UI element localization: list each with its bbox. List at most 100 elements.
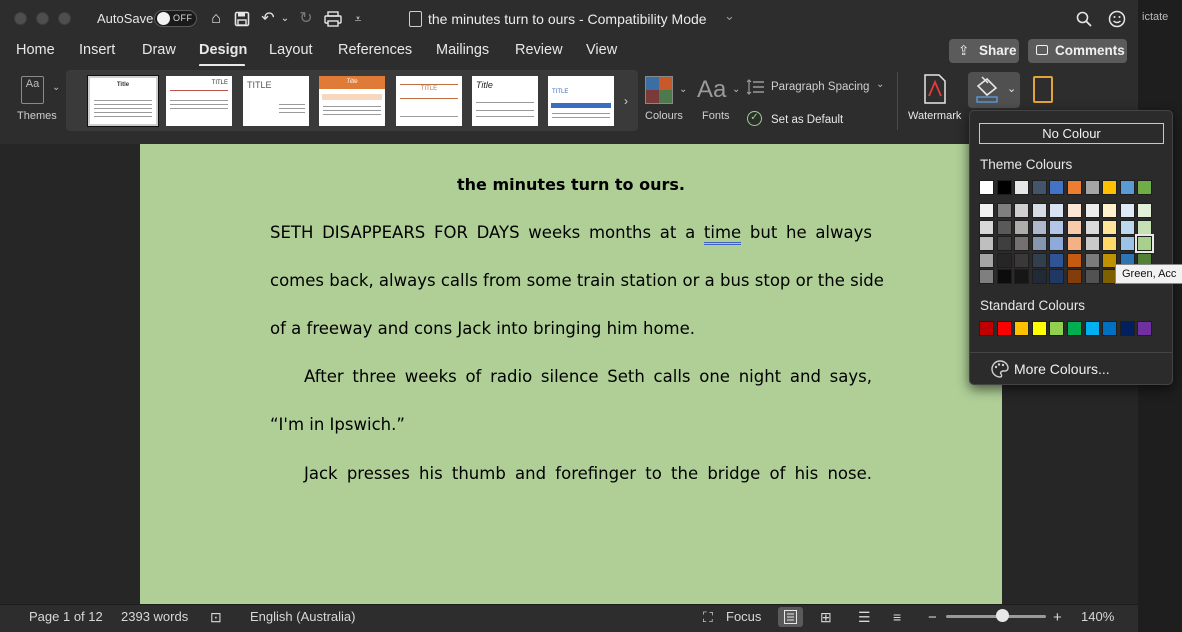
paragraph-spacing-icon[interactable] bbox=[746, 79, 765, 95]
zoom-slider-thumb[interactable] bbox=[996, 609, 1009, 622]
watermark-icon[interactable] bbox=[923, 74, 947, 104]
colour-swatch[interactable] bbox=[1014, 252, 1030, 268]
colour-swatch[interactable] bbox=[1102, 321, 1118, 336]
colour-swatch[interactable] bbox=[1049, 252, 1065, 268]
colour-swatch[interactable] bbox=[979, 269, 994, 284]
style-set-thumbnail[interactable]: TITLE bbox=[243, 76, 309, 126]
paragraph-line[interactable]: of a freeway and cons Jack into bringing… bbox=[270, 319, 872, 338]
home-icon[interactable]: ⌂ bbox=[205, 8, 227, 30]
colour-swatch[interactable] bbox=[1049, 236, 1065, 251]
style-set-thumbnail[interactable]: TITLE bbox=[548, 76, 614, 126]
colour-swatch[interactable] bbox=[1084, 180, 1100, 195]
language-status[interactable]: English (Australia) bbox=[250, 609, 356, 624]
colour-swatch[interactable] bbox=[1084, 252, 1100, 268]
style-set-thumbnail[interactable]: Title bbox=[319, 76, 385, 126]
colour-swatch[interactable] bbox=[1084, 219, 1100, 235]
colour-swatch[interactable] bbox=[1031, 180, 1047, 195]
colour-swatch[interactable] bbox=[1067, 269, 1082, 284]
fonts-icon[interactable]: Aa bbox=[697, 76, 726, 104]
colour-swatch[interactable] bbox=[1067, 236, 1082, 251]
colour-swatch[interactable] bbox=[996, 219, 1012, 235]
fonts-chevron-down-icon[interactable]: ⌄ bbox=[732, 84, 740, 95]
tab-mailings[interactable]: Mailings bbox=[436, 42, 489, 58]
colour-swatch[interactable] bbox=[1014, 203, 1030, 218]
tab-layout[interactable]: Layout bbox=[269, 42, 313, 58]
colour-swatch[interactable] bbox=[1084, 321, 1100, 336]
colour-swatch[interactable] bbox=[1137, 321, 1153, 336]
title-chevron-down-icon[interactable]: ⌄ bbox=[724, 8, 735, 24]
colour-swatch[interactable] bbox=[1031, 203, 1047, 218]
colour-swatch[interactable] bbox=[1014, 321, 1030, 336]
colour-swatch[interactable] bbox=[1119, 219, 1135, 235]
tab-review[interactable]: Review bbox=[515, 42, 563, 58]
colour-swatch[interactable] bbox=[1031, 219, 1047, 235]
colour-swatch[interactable] bbox=[1137, 203, 1153, 218]
paragraph-line[interactable]: Jack presses his thumb and forefinger to… bbox=[304, 464, 872, 483]
colour-swatch[interactable] bbox=[1119, 236, 1135, 251]
colour-swatch[interactable] bbox=[1135, 234, 1155, 253]
set-as-default-button[interactable]: Set as Default bbox=[771, 114, 843, 126]
colour-swatch[interactable] bbox=[996, 236, 1012, 251]
no-colour-button[interactable]: No Colour bbox=[979, 123, 1164, 144]
colour-swatch[interactable] bbox=[1084, 269, 1100, 284]
zoom-window-button[interactable] bbox=[58, 12, 71, 25]
colour-swatch[interactable] bbox=[1014, 269, 1030, 284]
themes-chevron-down-icon[interactable]: ⌄ bbox=[52, 82, 60, 93]
colour-swatch[interactable] bbox=[1137, 180, 1153, 195]
colours-palette-icon[interactable] bbox=[645, 76, 673, 104]
tab-home[interactable]: Home bbox=[16, 42, 55, 58]
colour-swatch[interactable] bbox=[1119, 321, 1135, 336]
paragraph-line[interactable]: “I'm in Ipswich.” bbox=[270, 415, 872, 434]
page-count[interactable]: Page 1 of 12 bbox=[29, 609, 103, 624]
colour-swatch[interactable] bbox=[1049, 180, 1065, 195]
style-set-thumbnail[interactable]: Title bbox=[472, 76, 538, 126]
colour-swatch[interactable] bbox=[1014, 180, 1030, 195]
colour-swatch[interactable] bbox=[996, 252, 1012, 268]
spelling-flagged-word[interactable]: time bbox=[703, 223, 742, 245]
colour-swatch[interactable] bbox=[1084, 236, 1100, 251]
document-heading[interactable]: the minutes turn to ours. bbox=[140, 175, 1002, 194]
colour-swatch[interactable] bbox=[979, 236, 994, 251]
colour-swatch[interactable] bbox=[1014, 236, 1030, 251]
colour-swatch[interactable] bbox=[1049, 219, 1065, 235]
colour-swatch[interactable] bbox=[1102, 236, 1118, 251]
share-button[interactable]: ⇪ Share bbox=[949, 39, 1019, 63]
feedback-smiley-icon[interactable] bbox=[1106, 8, 1128, 30]
minimize-window-button[interactable] bbox=[36, 12, 49, 25]
colour-swatch[interactable] bbox=[979, 252, 994, 268]
outline-view-icon[interactable]: ☰ bbox=[858, 609, 871, 626]
tab-view[interactable]: View bbox=[586, 42, 617, 58]
undo-dropdown-chevron-icon[interactable]: ⌄ bbox=[279, 8, 291, 30]
colour-swatch[interactable] bbox=[1031, 252, 1047, 268]
redo-icon[interactable]: ↻ bbox=[295, 8, 317, 30]
style-set-thumbnail[interactable]: Title bbox=[87, 75, 159, 127]
print-layout-view-button[interactable] bbox=[778, 607, 803, 627]
proofing-icon[interactable]: ⊡ bbox=[210, 609, 222, 626]
colour-swatch[interactable] bbox=[1031, 321, 1047, 336]
focus-button[interactable]: Focus bbox=[726, 609, 761, 624]
draft-view-icon[interactable]: ≡ bbox=[893, 609, 901, 625]
autosave-toggle[interactable]: OFF bbox=[154, 10, 197, 27]
style-set-thumbnail[interactable]: TITLE bbox=[166, 76, 232, 126]
colour-swatch[interactable] bbox=[979, 219, 994, 235]
gallery-next-chevron-icon[interactable]: › bbox=[624, 94, 628, 108]
page-colour-button[interactable]: ⌄ bbox=[968, 72, 1020, 108]
web-layout-icon[interactable]: ⊞ bbox=[820, 609, 832, 626]
tab-design[interactable]: Design bbox=[199, 42, 247, 58]
themes-icon[interactable]: Aa bbox=[21, 76, 44, 104]
zoom-level[interactable]: 140% bbox=[1081, 609, 1114, 624]
colour-swatch[interactable] bbox=[1067, 180, 1082, 195]
colour-swatch[interactable] bbox=[1137, 219, 1153, 235]
more-colours-button[interactable]: More Colours... bbox=[1014, 361, 1110, 377]
colour-swatch[interactable] bbox=[979, 180, 994, 195]
colour-swatch[interactable] bbox=[1067, 219, 1082, 235]
search-icon[interactable] bbox=[1073, 8, 1095, 30]
page-borders-icon[interactable] bbox=[1033, 76, 1053, 103]
colour-swatch[interactable] bbox=[1014, 219, 1030, 235]
tab-references[interactable]: References bbox=[338, 42, 412, 58]
paragraph-line[interactable]: comes back, always calls from some train… bbox=[270, 271, 884, 290]
colour-swatch[interactable] bbox=[1084, 203, 1100, 218]
colour-swatch[interactable] bbox=[996, 269, 1012, 284]
colour-swatch[interactable] bbox=[1031, 269, 1047, 284]
colour-swatch[interactable] bbox=[1049, 269, 1065, 284]
